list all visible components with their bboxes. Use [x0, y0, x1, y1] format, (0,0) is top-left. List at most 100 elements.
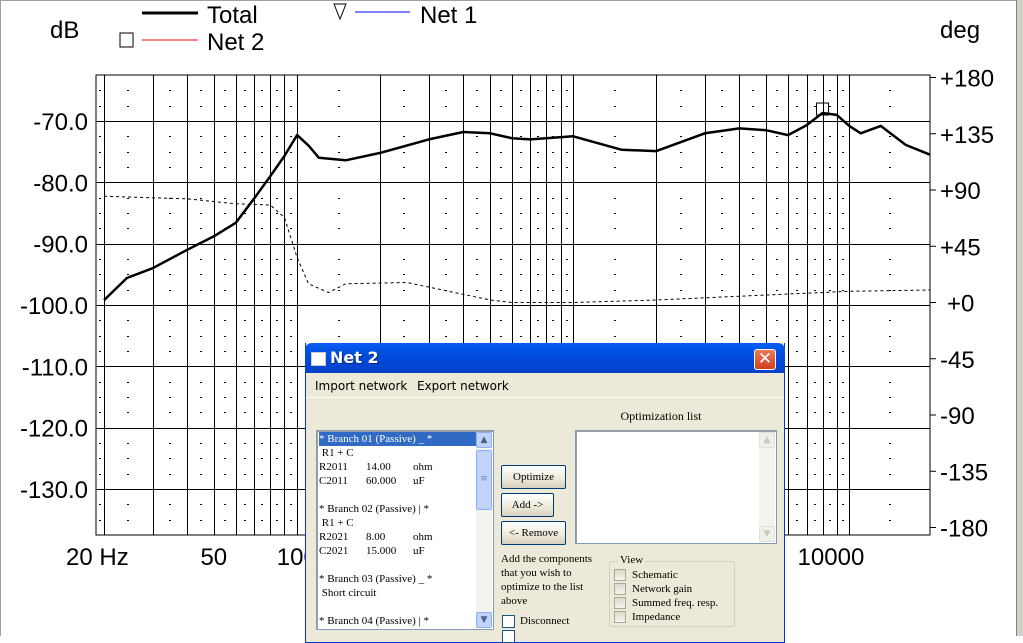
checkbox-icon[interactable] — [502, 615, 515, 628]
branch-list-cell: R2011 — [319, 461, 348, 473]
left-tick-label: -100.0 — [20, 293, 88, 320]
scroll-up-icon: ▲ — [759, 432, 775, 448]
add-button[interactable]: Add -> — [501, 493, 554, 517]
window-icon — [311, 352, 326, 366]
legend-net1-triangle-icon — [333, 3, 347, 21]
legend-net2-square-icon — [119, 32, 134, 48]
branch-list-cell: 14.00 — [366, 461, 391, 473]
branch-list-cell: 15.000 — [366, 545, 397, 557]
checkbox-icon[interactable] — [614, 583, 626, 596]
branch-list-cell: uF — [413, 475, 425, 487]
left-tick-label: -130.0 — [20, 477, 88, 504]
branch-list-item[interactable] — [319, 600, 477, 614]
series-total — [103, 111, 931, 301]
view-groupbox: View Schematic Network gain Summed freq.… — [609, 554, 735, 627]
right-tick-label: -45 — [940, 347, 975, 374]
legend-net1-label: Net 1 — [420, 2, 477, 29]
checkbox-icon[interactable] — [614, 597, 626, 610]
branch-list-cell: R2021 — [319, 531, 349, 543]
view-schematic[interactable]: Schematic — [614, 569, 678, 583]
branch-list-item[interactable] — [319, 488, 477, 502]
left-axis-label: dB — [50, 17, 79, 44]
help-text: Add the components that you wish to opti… — [501, 553, 593, 607]
window-edge — [1016, 0, 1023, 636]
branch-list-cell: * Branch 01 (Passive) _ * — [319, 433, 433, 445]
branch-list-item[interactable]: C2011 60.000 uF — [319, 474, 477, 488]
left-tick-label: -110.0 — [22, 354, 88, 381]
branch-list-item[interactable]: Short circuit — [319, 586, 477, 600]
view-impedance[interactable]: Impedance — [614, 611, 680, 625]
left-tick-label: -80.0 — [33, 170, 88, 197]
branch-list-cell: ohm — [413, 461, 433, 473]
legend-total-label: Total — [207, 2, 258, 29]
dialog-title-bar[interactable]: Net 2 ✕ — [305, 343, 785, 373]
right-tick-label: -180 — [940, 516, 988, 543]
disconnect-checkbox[interactable]: Disconnect — [502, 615, 569, 628]
branch-list-cell: ohm — [413, 531, 433, 543]
view-option-label: Schematic — [632, 569, 678, 581]
branch-list-cell: uF — [413, 545, 425, 557]
dialog-title: Net 2 — [330, 348, 379, 367]
branch-list-cell: * Branch 02 (Passive) | * — [319, 503, 430, 515]
branch-list-cell: Short circuit — [319, 587, 377, 599]
view-summed-freq-resp[interactable]: Summed freq. resp. — [614, 597, 718, 611]
menu-export-network[interactable]: Export network — [417, 379, 509, 393]
optimize-button[interactable]: Optimize — [501, 465, 566, 489]
optimization-list-label: Optimization list — [620, 409, 702, 423]
view-group-label: View — [618, 554, 646, 566]
optimization-listbox[interactable]: ▲ ▼ — [575, 430, 777, 544]
branch-list-item[interactable]: C2021 15.000 uF — [319, 544, 477, 558]
legend-net2-label: Net 2 — [207, 29, 264, 56]
branch-list-item[interactable] — [319, 558, 477, 572]
view-option-label: Network gain — [632, 583, 693, 595]
scroll-up-icon[interactable]: ▲ — [476, 432, 492, 448]
left-tick-label: -120.0 — [20, 416, 88, 443]
right-tick-label: +90 — [940, 178, 981, 205]
scroll-down-icon: ▼ — [759, 526, 775, 542]
branch-list-cell: 8.00 — [366, 531, 386, 543]
disconnect-label: Disconnect — [520, 615, 570, 628]
branch-list-item[interactable]: R2021 8.00 ohm — [319, 530, 477, 544]
branch-list-cell: C2021 — [319, 545, 349, 557]
close-button[interactable]: ✕ — [754, 349, 776, 370]
x-tick-label: 20 Hz — [66, 544, 129, 571]
branch-list-cell: C2011 — [319, 475, 348, 487]
branch-list-scrollbar[interactable]: ▲ ≡ ▼ — [476, 432, 492, 628]
branch-list-item[interactable]: * Branch 02 (Passive) | * — [319, 502, 477, 516]
branch-list-item[interactable]: R2011 14.00 ohm — [319, 460, 477, 474]
optimization-list-scrollbar[interactable]: ▲ ▼ — [759, 432, 775, 542]
scroll-down-icon[interactable]: ▼ — [476, 612, 492, 628]
branch-listbox[interactable]: * Branch 01 (Passive) _ * R1 + C R2011 14.… — [316, 430, 494, 630]
checkbox-icon[interactable] — [502, 630, 515, 643]
branch-list-cell: R1 + C — [319, 517, 354, 529]
view-option-label: Impedance — [632, 611, 681, 623]
x-tick-label: 50 — [200, 544, 227, 571]
second-checkbox[interactable] — [502, 630, 520, 643]
right-tick-label: +45 — [940, 234, 981, 261]
branch-list-cell: 60.000 — [366, 475, 397, 487]
left-tick-label: -70.0 — [33, 109, 88, 136]
branch-list-item[interactable]: R1 + C — [319, 516, 477, 530]
branch-list-item[interactable]: * Branch 04 (Passive) | * — [319, 614, 477, 628]
remove-button[interactable]: <- Remove — [501, 521, 566, 545]
left-tick-label: -90.0 — [33, 232, 88, 259]
right-tick-label: +180 — [940, 66, 994, 93]
checkbox-icon[interactable] — [614, 569, 626, 582]
menu-bar: Import network Export network — [306, 373, 784, 398]
branch-list-cell: * Branch 04 (Passive) | * — [319, 615, 430, 627]
series-total-phase — [104, 195, 931, 303]
net2-dialog: Net 2 ✕ Import network Export network Op… — [305, 343, 785, 643]
right-axis-label: deg — [940, 17, 980, 44]
branch-list-item[interactable]: R1 + C — [319, 446, 477, 460]
right-tick-label: +0 — [947, 291, 974, 318]
branch-list-item[interactable]: * Branch 03 (Passive) _ * — [319, 572, 477, 586]
menu-import-network[interactable]: Import network — [315, 379, 407, 393]
scroll-thumb[interactable]: ≡ — [476, 450, 492, 510]
right-tick-label: -90 — [940, 403, 975, 430]
branch-list-item[interactable]: * Branch 01 (Passive) _ * — [319, 432, 477, 446]
view-network-gain[interactable]: Network gain — [614, 583, 692, 597]
x-tick-label: 10000 — [798, 544, 865, 571]
view-option-label: Summed freq. resp. — [632, 597, 719, 609]
right-tick-label: +135 — [940, 122, 994, 149]
checkbox-icon[interactable] — [614, 611, 626, 624]
